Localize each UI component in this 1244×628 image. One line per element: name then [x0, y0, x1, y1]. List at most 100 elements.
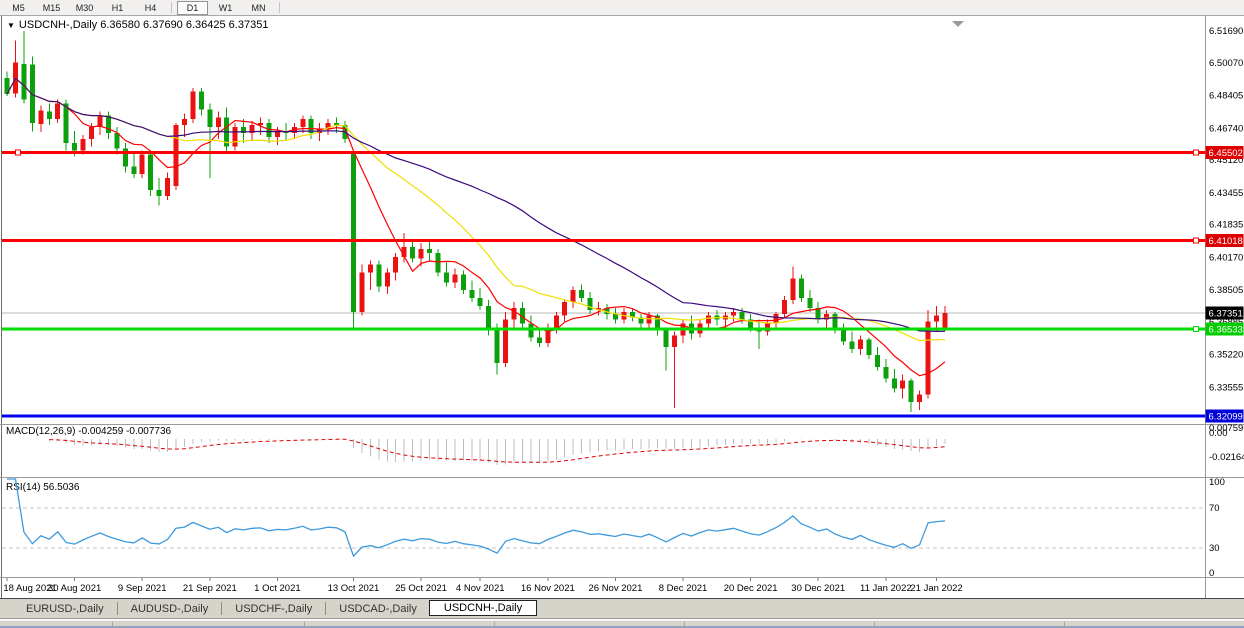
date-label: 30 Dec 2021: [791, 583, 845, 594]
price-tick-label: 6.33555: [1209, 382, 1243, 393]
candle-body: [359, 272, 365, 312]
statusbar-divider: [1064, 622, 1065, 627]
timeframe-button-d1[interactable]: D1: [177, 0, 208, 15]
candle-body: [165, 178, 171, 196]
timeframe-button-h1[interactable]: H1: [102, 1, 133, 15]
timeframe-button-m15[interactable]: M15: [36, 1, 67, 15]
candle-body: [705, 315, 711, 324]
candle-body: [781, 300, 787, 314]
tab-usdcad[interactable]: USDCAD-,Daily: [327, 602, 429, 616]
tab-separator: [221, 602, 223, 615]
candle-body: [900, 380, 906, 389]
price-tick-label: 6.46740: [1209, 123, 1243, 134]
candle-body: [46, 111, 52, 120]
candle-body: [570, 290, 576, 302]
candle-body: [731, 311, 737, 316]
statusbar-divider: [112, 622, 113, 627]
candle-body: [418, 248, 424, 259]
candle-body: [384, 272, 390, 287]
candle-body: [131, 166, 137, 175]
price-tag-text: 6.32099: [1209, 411, 1243, 422]
candle-body: [883, 366, 889, 379]
candle-body: [232, 127, 238, 147]
candle-body: [908, 380, 914, 403]
price-tick-label: 6.40170: [1209, 252, 1243, 263]
tab-usdchf[interactable]: USDCHF-,Daily: [223, 602, 324, 616]
date-label: 16 Nov 2021: [521, 583, 575, 594]
candle-body: [72, 142, 78, 151]
statusbar-divider: [684, 622, 685, 627]
candle-body: [427, 248, 433, 253]
chart-canvas[interactable]: 6.516906.500706.484056.467406.451206.434…: [0, 0, 1244, 628]
rsi-scale-label: 0: [1209, 568, 1214, 579]
date-label: 21 Sep 2021: [183, 583, 237, 594]
price-tick-label: 6.48405: [1209, 91, 1243, 102]
candle-body: [866, 339, 872, 356]
price-axis[interactable]: 6.516906.500706.484056.467406.451206.434…: [1205, 26, 1244, 425]
timeframe-button-mn[interactable]: MN: [243, 1, 274, 15]
date-axis[interactable]: 18 Aug 202130 Aug 2021 9 Sep 2021 21 Sep 2…: [3, 578, 963, 594]
level-anchor-handle[interactable]: [1193, 325, 1199, 332]
macd-scale-label: 0.00: [1209, 428, 1228, 439]
price-tick-label: 6.51690: [1209, 26, 1243, 37]
candles: [4, 31, 948, 413]
timeframe-button-m30[interactable]: M30: [69, 1, 100, 15]
date-label: 21 Jan 2022: [910, 583, 962, 594]
price-tag-text: 6.36533: [1209, 324, 1243, 335]
timeframe-button-w1[interactable]: W1: [210, 1, 241, 15]
tab-audusd[interactable]: AUDUSD-,Daily: [119, 602, 221, 616]
date-label: 9 Sep 2021: [118, 583, 167, 594]
candle-body: [97, 115, 103, 128]
timeframe-button-h4[interactable]: H4: [135, 1, 166, 15]
candle-body: [215, 117, 221, 128]
candle-body: [469, 290, 475, 299]
level-anchor-handle[interactable]: [15, 149, 21, 156]
rsi-pane: 100 70 30 0: [2, 477, 1225, 579]
price-tick-label: 6.41835: [1209, 220, 1243, 231]
candle-body: [410, 246, 416, 259]
price-tick-label: 6.38505: [1209, 285, 1243, 296]
candle-body: [917, 394, 923, 403]
candle-body: [646, 315, 652, 324]
date-label: 25 Oct 2021: [395, 583, 447, 594]
candle-body: [841, 329, 847, 342]
candle-body: [486, 305, 492, 328]
date-label: 4 Nov 2021: [456, 583, 505, 594]
date-label: 20 Dec 2021: [724, 583, 778, 594]
chart-shift-marker-icon[interactable]: [952, 21, 964, 27]
timeframe-toolbar: M5 M15 M30 H1 H4 D1 W1 MN: [0, 0, 1244, 16]
statusbar-divider: [304, 622, 305, 627]
tab-usdcnh[interactable]: USDCNH-,Daily: [428, 599, 538, 616]
candle-body: [114, 132, 120, 149]
candle-body: [350, 152, 356, 312]
rsi-scale-label: 100: [1209, 477, 1225, 488]
level-anchor-handle[interactable]: [1193, 149, 1199, 156]
candle-body: [832, 313, 838, 330]
ma-line-20: [6, 77, 945, 342]
candle-body: [739, 311, 745, 320]
macd-pane: 0.0075960.00-0.02164: [48, 423, 1244, 465]
candle-body: [528, 323, 534, 338]
candle-body: [790, 278, 796, 301]
toolbar-separator: [279, 2, 280, 13]
tab-separator: [325, 602, 327, 615]
candle-body: [477, 298, 483, 306]
tab-eurusd[interactable]: EURUSD-,Daily: [14, 602, 116, 616]
symbol-tabbar: EURUSD-,Daily AUDUSD-,Daily USDCHF-,Daily U…: [0, 598, 1244, 619]
candle-body: [857, 339, 863, 350]
level-anchor-handle[interactable]: [1193, 237, 1199, 244]
price-tag-text: 6.37351: [1209, 308, 1243, 319]
candle-body: [579, 290, 585, 299]
candle-body: [536, 337, 542, 344]
candle-body: [925, 321, 931, 395]
price-tag-text: 6.45502: [1209, 148, 1243, 159]
candle-body: [798, 278, 804, 299]
toolbar-separator: [171, 2, 172, 13]
date-label: 13 Oct 2021: [328, 583, 380, 594]
candle-body: [663, 329, 669, 348]
date-label: 11 Jan 2022: [860, 583, 912, 594]
tab-separator: [116, 602, 118, 615]
candle-body: [55, 103, 61, 120]
rsi-line: [7, 478, 946, 558]
timeframe-button-m5[interactable]: M5: [3, 1, 34, 15]
